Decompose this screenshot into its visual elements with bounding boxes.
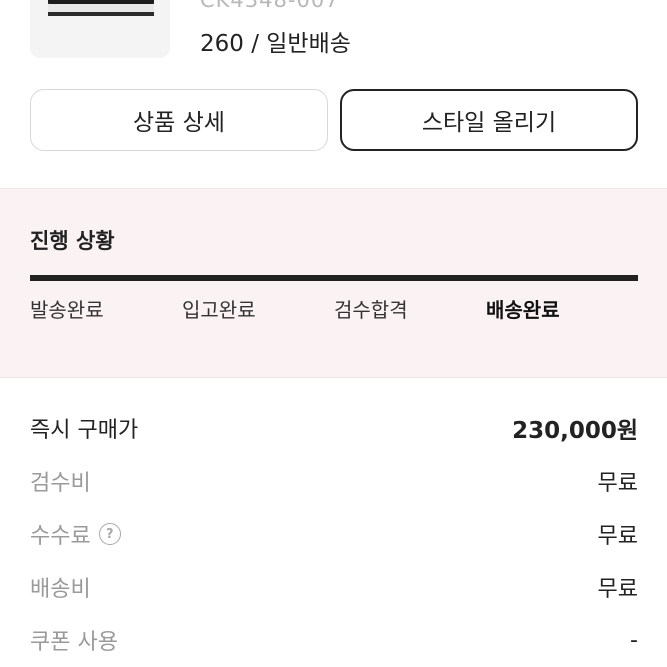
buy-now-label: 즉시 구매가: [30, 418, 139, 443]
commission-row: 수수료 ? 무료: [30, 514, 638, 554]
sneaker-image: [48, 0, 154, 16]
inspection-fee-row: 검수비 무료: [30, 461, 638, 501]
commission-value: 무료: [597, 524, 638, 549]
step-received: 입고완료: [182, 298, 256, 322]
progress-bar: [30, 275, 638, 281]
help-icon[interactable]: ?: [98, 523, 121, 545]
product-detail-button[interactable]: 상품 상세: [30, 89, 328, 151]
progress-section: 진행 상황 발송완료 입고완료 검수합격 배송완료: [0, 188, 667, 378]
step-shipped: 발송완료: [30, 298, 104, 322]
step-inspection-passed: 검수합격: [334, 298, 408, 322]
inspection-value: 무료: [597, 471, 638, 496]
product-code: CK4348-007: [200, 0, 340, 12]
shipping-fee-row: 배송비 무료: [30, 567, 638, 607]
product-thumbnail[interactable]: [30, 0, 170, 58]
coupon-value: -: [630, 627, 638, 653]
commission-label: 수수료: [30, 524, 91, 549]
shipping-label: 배송비: [30, 577, 91, 602]
buy-now-value: 230,000원: [512, 418, 638, 444]
buy-now-price-row: 즉시 구매가 230,000원: [30, 408, 638, 448]
upload-style-button[interactable]: 스타일 올리기: [340, 89, 638, 151]
size-delivery-info: 260 / 일반배송: [200, 31, 351, 57]
inspection-label: 검수비: [30, 471, 91, 496]
shipping-value: 무료: [597, 577, 638, 602]
coupon-label: 쿠폰 사용: [30, 630, 118, 655]
commission-label-wrap: 수수료 ?: [30, 518, 121, 550]
progress-title: 진행 상황: [30, 229, 115, 253]
step-delivered: 배송완료: [486, 298, 560, 322]
product-summary: CK4348-007 260 / 일반배송: [0, 0, 667, 70]
coupon-row: 쿠폰 사용 -: [30, 620, 638, 660]
